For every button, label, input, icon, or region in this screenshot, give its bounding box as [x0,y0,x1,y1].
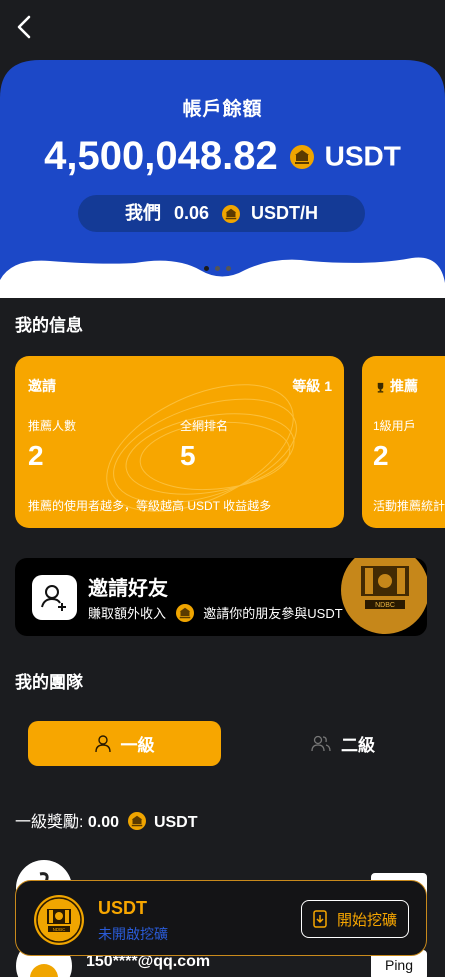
reward-value: 0.00 [87,814,120,831]
carousel-indicator[interactable] [204,258,237,271]
team-level-tabs: 一級 二級 [28,721,418,766]
recommend-stats-card[interactable]: 推薦 1級用戶 2 活動推薦統計 [362,356,445,528]
card-footer-text: 推薦的使用者越多，等級越高 USDT 收益越多 [28,499,272,513]
badge-text: NDBC [375,602,395,609]
card-title: 邀請 [28,378,56,394]
rate-value: 0.06 [173,203,210,223]
mining-panel: NDBC USDT 未開啟挖礦 開始挖礦 [15,880,427,956]
my-info-heading: 我的信息 [15,316,83,335]
invite-stats-card[interactable]: 邀請 等級 1 推薦人數 2 全網排名 5 推薦的使用者越多，等級越高 USDT… [15,356,344,528]
balance-banner: 帳戶餘額 4,500,048.82 USDT 我們 0.06 USDT/H [0,58,445,298]
usdt-coin-icon [290,144,315,169]
mining-status: 未開啟挖礦 [98,926,168,942]
balance-title: 帳戶餘額 [182,99,263,120]
invite-title: 邀請好友 [88,578,168,600]
card-footer-text: 活動推薦統計 [373,499,445,513]
tab-label: 二級 [341,736,375,755]
mining-title: USDT [98,898,147,918]
card-title: 推薦 [390,378,418,394]
ndbc-coin-icon: NDBC [34,895,84,945]
my-team-heading: 我的團隊 [15,673,83,692]
reward-unit: USDT [153,814,198,831]
app-screen: 帳戶餘額 4,500,048.82 USDT 我們 0.06 USDT/H 我的… [0,0,445,977]
mining-icon [313,910,327,928]
level1-users-label: 1級用戶 [373,419,416,433]
rate-unit: USDT/H [251,203,319,223]
invite-sub-left: 賺取額外收入 [88,606,167,621]
ranking-label: 全網排名 [180,419,229,433]
card-title-row: 推薦 [375,376,418,396]
carousel-dot[interactable] [215,266,220,271]
ranking-value: 5 [180,440,196,471]
reward-label: 一級獎勵: [15,814,84,831]
level-reward-row: 一級獎勵: 0.00 USDT [15,808,198,832]
usdt-coin-icon [175,603,194,622]
users-icon [311,735,331,751]
start-mining-button[interactable]: 開始挖礦 [301,900,409,938]
tab-level-1[interactable]: 一級 [28,721,221,766]
invite-friends-banner[interactable]: 邀請好友 賺取額外收入 邀請你的朋友參與USDT NDBC [15,558,427,636]
usdt-coin-icon [127,812,146,831]
tab-level-2[interactable]: 二級 [268,721,418,766]
badge-text: NDBC [53,927,67,932]
invite-subtitle: 賺取額外收入 邀請你的朋友參與USDT [88,603,343,622]
chevron-left-icon [17,15,31,39]
mining-rate-pill: 我們 0.06 USDT/H [78,195,365,232]
balance-amount-row: 4,500,048.82 USDT [0,134,445,179]
trophy-icon [377,382,384,393]
usdt-coin-icon [222,205,241,224]
carousel-dot[interactable] [226,266,231,271]
start-mining-label: 開始挖礦 [336,911,397,929]
referral-count-value: 2 [28,440,44,471]
user-icon [94,734,111,752]
tab-label: 一級 [120,736,155,755]
level-badge: 等級 1 [292,378,332,394]
ndbc-logo: NDBC [341,558,427,634]
scrollbar[interactable] [445,0,450,977]
rate-prefix: 我們 [124,203,161,223]
balance-currency: USDT [324,140,401,172]
top-bar [0,0,445,56]
invite-sub-right: 邀請你的朋友參與USDT [203,606,343,621]
balance-amount: 4,500,048.82 [44,134,278,178]
back-button[interactable] [14,14,36,40]
level1-users-value: 2 [373,440,389,471]
invite-icon-box [32,575,77,620]
add-user-icon [41,585,66,611]
referral-count-label: 推薦人數 [28,419,77,433]
carousel-dot[interactable] [204,266,209,271]
